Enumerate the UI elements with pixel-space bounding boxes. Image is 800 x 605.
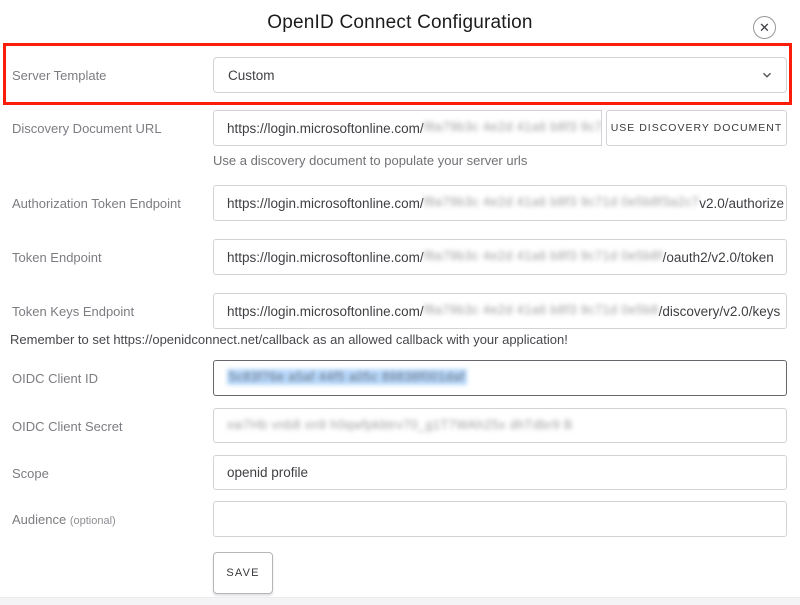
discovery-helper-text: Use a discovery document to populate you… (213, 153, 527, 168)
discovery-url-prefix: https://login.microsoftonline.com/ (227, 121, 424, 136)
page-title: OpenID Connect Configuration (0, 12, 800, 34)
save-button[interactable]: SAVE (213, 552, 273, 594)
callback-note: Remember to set https://openidconnect.ne… (10, 332, 568, 347)
chevron-down-icon (762, 70, 772, 80)
client-secret-redacted: xw7Hb vnb8 xn9 h0qwfpkbtrv70_g1T7WAh25x … (227, 418, 573, 432)
audience-input[interactable] (227, 502, 773, 536)
client-id-label: OIDC Client ID (12, 371, 98, 386)
audience-optional-suffix: (optional) (70, 515, 116, 527)
authorization-endpoint-redacted: f8a79b3c 4e2d 41a6 b8f3 9c71d 0e5b8f3a2c… (424, 195, 700, 209)
token-endpoint-input[interactable]: https://login.microsoftonline.com/f8a79b… (213, 239, 787, 275)
server-template-label: Server Template (12, 68, 106, 83)
discovery-url-input[interactable]: https://login.microsoftonline.com/f8a79b… (213, 110, 602, 146)
token-endpoint-redacted: f8a79b3c 4e2d 41a6 b8f3 9c71d 0e5b8f (424, 249, 663, 263)
token-keys-endpoint-redacted: f8a79b3c 4e2d 41a6 b8f3 9c71d 0e5b8 (424, 303, 659, 317)
discovery-url-redacted: f8a79b3c 4e2d 41a6 b8f3 9c71d (424, 120, 602, 134)
openid-config-dialog: OpenID Connect Configuration ✕ Server Te… (0, 0, 800, 605)
token-keys-endpoint-label: Token Keys Endpoint (12, 304, 134, 319)
scope-input[interactable] (227, 456, 773, 489)
server-template-selected-value: Custom (228, 68, 275, 83)
client-id-input[interactable]: 5c83f76e a5af 44f5 a05c 89838f001daf (213, 360, 787, 396)
page-background-strip (0, 597, 800, 605)
scope-label: Scope (12, 466, 49, 481)
client-secret-label: OIDC Client Secret (12, 419, 123, 434)
authorization-endpoint-label: Authorization Token Endpoint (12, 196, 181, 211)
authorization-endpoint-input[interactable]: https://login.microsoftonline.com/f8a79b… (213, 185, 787, 221)
discovery-url-label: Discovery Document URL (12, 121, 162, 136)
use-discovery-document-button[interactable]: USE DISCOVERY DOCUMENT (606, 110, 787, 146)
close-icon: ✕ (759, 21, 770, 34)
server-template-select[interactable]: Custom (213, 57, 787, 93)
audience-label: Audience (optional) (12, 512, 116, 527)
token-endpoint-label: Token Endpoint (12, 250, 102, 265)
client-secret-input[interactable]: xw7Hb vnb8 xn9 h0qwfpkbtrv70_g1T7WAh25x … (213, 408, 787, 443)
audience-input-wrap (213, 501, 787, 537)
close-button[interactable]: ✕ (753, 16, 776, 39)
token-keys-endpoint-input[interactable]: https://login.microsoftonline.com/f8a79b… (213, 293, 787, 329)
client-id-redacted: 5c83f76e a5af 44f5 a05c 89838f001daf (227, 369, 467, 385)
scope-input-wrap (213, 455, 787, 490)
